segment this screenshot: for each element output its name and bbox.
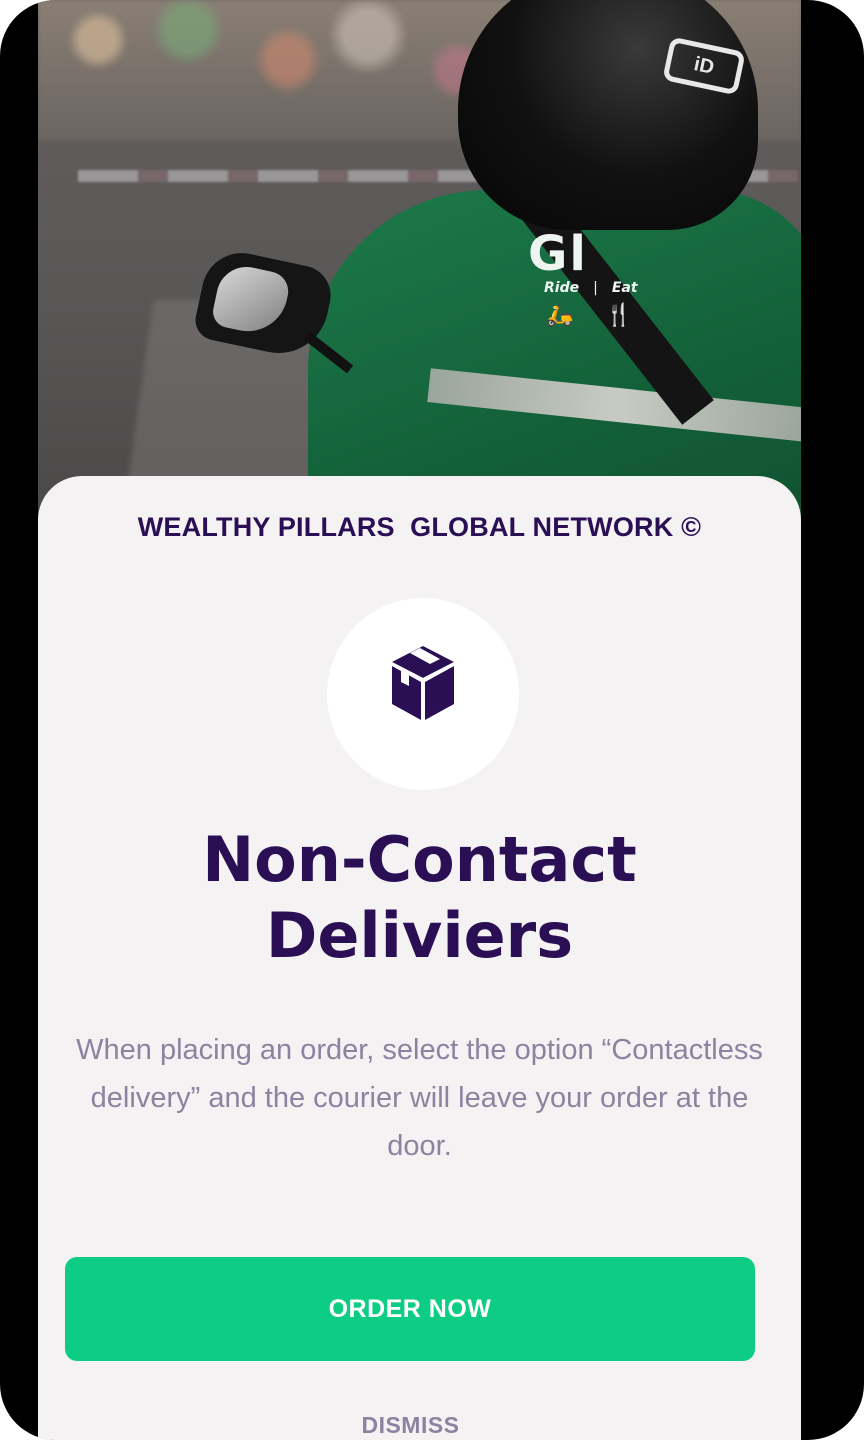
- phone-frame: iD Gl Ride | Eat 🛵 🍴 WEALTHY PILLARS GLO…: [0, 0, 864, 1440]
- app-screen: iD Gl Ride | Eat 🛵 🍴 WEALTHY PILLARS GLO…: [38, 0, 801, 1440]
- jacket-label-ride: Ride: [544, 280, 580, 296]
- package-box-icon: [392, 646, 454, 720]
- jacket-service-labels: Ride | Eat: [544, 280, 638, 296]
- jacket-service-icons: 🛵 🍴: [546, 302, 633, 328]
- hero-photo: iD Gl Ride | Eat 🛵 🍴: [38, 0, 801, 520]
- jacket-label-separator: |: [593, 280, 598, 296]
- courier-helmet: [458, 0, 758, 230]
- cutlery-icon: 🍴: [605, 302, 633, 327]
- order-now-button[interactable]: ORDER NOW: [65, 1257, 755, 1361]
- dismiss-button[interactable]: DISMISS: [38, 1412, 783, 1439]
- scooter-icon: 🛵: [546, 302, 574, 327]
- headline-line-2: Deliviers: [265, 899, 574, 972]
- description-text: When placing an order, select the option…: [76, 1034, 763, 1162]
- headline: Non-Contact Deliviers: [38, 822, 801, 974]
- jacket-brand-text: Gl: [528, 226, 588, 282]
- headline-line-1: Non-Contact: [202, 823, 637, 896]
- brand-title: WEALTHY PILLARS GLOBAL NETWORK ©: [137, 512, 702, 542]
- jacket-label-eat: Eat: [611, 280, 638, 296]
